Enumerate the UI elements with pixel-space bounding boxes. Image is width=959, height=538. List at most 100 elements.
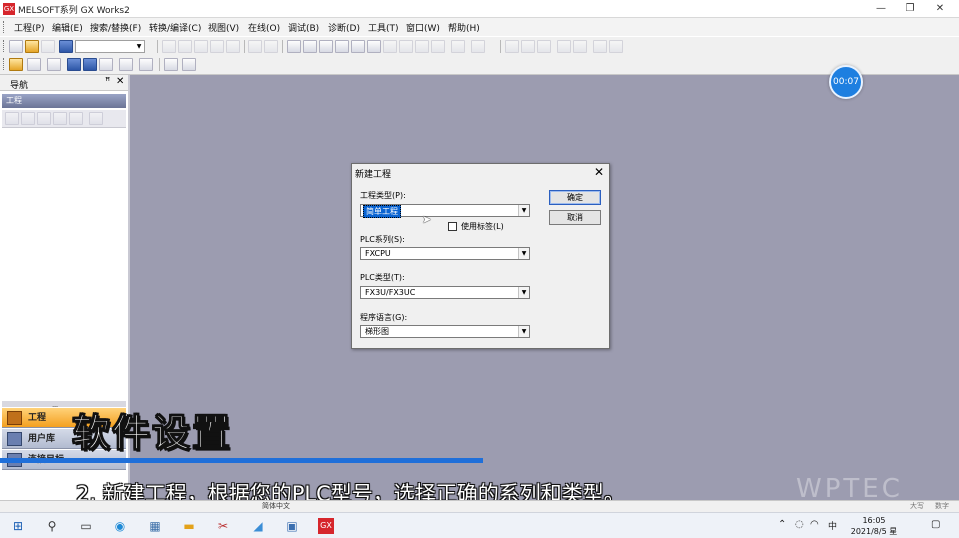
ok-button[interactable]: 确定	[549, 190, 601, 205]
convert-all-icon[interactable]	[264, 40, 278, 53]
network-icon[interactable]: ◌	[795, 519, 804, 530]
language-value: 梯形图	[365, 327, 389, 336]
menu-convert-compile[interactable]: 转换/编译(C)	[149, 21, 201, 34]
parts-selection-icon[interactable]	[27, 58, 41, 71]
pin-icon[interactable]: ꟸ	[105, 77, 110, 87]
plc-series-select[interactable]: FXCPU ▼	[360, 247, 530, 260]
sampling-stop-icon[interactable]	[609, 40, 623, 53]
tray-expand-icon[interactable]: ⌃	[778, 519, 786, 530]
language-select[interactable]: 梯形图 ▼	[360, 325, 530, 338]
taskbar-clock[interactable]: 16:05 2021/8/5 星期四	[848, 515, 900, 538]
toolbar-grip[interactable]	[3, 40, 6, 52]
output-window-icon[interactable]	[47, 58, 61, 71]
menu-help[interactable]: 帮助(H)	[448, 21, 480, 34]
use-label-checkbox[interactable]	[448, 222, 457, 231]
stop-monitor-icon[interactable]	[399, 40, 413, 53]
close-window-button[interactable]: ✕	[926, 2, 954, 16]
toolbar-divider	[159, 58, 160, 71]
cancel-button[interactable]: 取消	[549, 210, 601, 225]
refresh-icon[interactable]	[69, 112, 83, 125]
verify-plc-icon[interactable]	[351, 40, 365, 53]
gx-works-taskbar-icon[interactable]: GX	[318, 518, 334, 534]
copy-data-icon[interactable]	[53, 112, 67, 125]
close-icon[interactable]: ✕	[116, 76, 124, 87]
standard-toolbar: ▼	[0, 36, 959, 55]
watch-icon[interactable]	[415, 40, 429, 53]
watch-stop-icon[interactable]	[431, 40, 445, 53]
menu-debug[interactable]: 调试(B)	[288, 21, 319, 34]
caption-heading: 软件设置	[71, 411, 233, 456]
plc-type-select[interactable]: FX3U/FX3UC ▼	[360, 286, 530, 299]
notifications-icon[interactable]: ▢	[931, 519, 940, 530]
chevron-down-icon: ▼	[136, 43, 142, 50]
monitor-mode-icon[interactable]	[303, 40, 317, 53]
project-type-select[interactable]: 简单工程 ▼	[360, 204, 530, 218]
device-list-icon[interactable]	[83, 58, 97, 71]
ime-indicator[interactable]: 中	[828, 519, 837, 532]
delete-icon[interactable]	[37, 112, 51, 125]
minimize-button[interactable]: —	[867, 2, 895, 16]
watch-window-icon[interactable]	[99, 58, 113, 71]
network-app-icon[interactable]: ▣	[284, 518, 300, 534]
simulation-icon[interactable]	[451, 40, 465, 53]
wifi-icon[interactable]: ◠	[810, 519, 819, 530]
sort-icon[interactable]	[89, 112, 103, 125]
mouse-cursor-icon: ➤	[422, 213, 432, 226]
toolbar-combo[interactable]: ▼	[75, 40, 145, 53]
property-icon[interactable]	[21, 112, 35, 125]
convert-icon[interactable]	[248, 40, 262, 53]
new-file-icon[interactable]	[9, 40, 23, 53]
menu-project[interactable]: 工程(P)	[14, 21, 44, 34]
zoom-icon[interactable]	[139, 58, 153, 71]
sampling-icon[interactable]	[593, 40, 607, 53]
info-icon[interactable]	[164, 58, 178, 71]
start-monitor-icon[interactable]	[383, 40, 397, 53]
monitor-icon[interactable]	[287, 40, 301, 53]
help-icon[interactable]	[59, 40, 73, 53]
break-clear-icon[interactable]	[573, 40, 587, 53]
menu-search-replace[interactable]: 搜索/替换(F)	[90, 21, 141, 34]
undo-icon[interactable]	[210, 40, 224, 53]
break-icon[interactable]	[557, 40, 571, 53]
file-explorer-icon[interactable]: ▬	[181, 518, 197, 534]
find-icon[interactable]	[119, 58, 133, 71]
cut-icon[interactable]	[162, 40, 176, 53]
remote-operation-icon[interactable]	[367, 40, 381, 53]
copy-icon[interactable]	[178, 40, 192, 53]
recording-timer[interactable]: 00:07	[829, 65, 863, 99]
menu-view[interactable]: 视图(V)	[208, 21, 239, 34]
toolbar-divider	[157, 40, 158, 53]
open-folder-icon[interactable]	[25, 40, 39, 53]
new-data-icon[interactable]	[5, 112, 19, 125]
simulation-stop-icon[interactable]	[471, 40, 485, 53]
project-tree[interactable]	[2, 130, 126, 400]
toolbar-grip[interactable]	[3, 58, 6, 70]
step-run-icon[interactable]	[521, 40, 535, 53]
edge-browser-icon[interactable]: ◉	[112, 518, 128, 534]
snipping-tool-icon[interactable]: ✂	[215, 518, 231, 534]
write-plc-icon[interactable]	[319, 40, 333, 53]
menu-online[interactable]: 在线(O)	[248, 21, 280, 34]
menu-diagnostics[interactable]: 诊断(D)	[328, 21, 360, 34]
menu-edit[interactable]: 编辑(E)	[52, 21, 83, 34]
cross-reference-icon[interactable]	[67, 58, 81, 71]
paste-icon[interactable]	[194, 40, 208, 53]
step-icon[interactable]	[505, 40, 519, 53]
menu-tools[interactable]: 工具(T)	[368, 21, 399, 34]
binoculars-icon[interactable]	[182, 58, 196, 71]
read-plc-icon[interactable]	[335, 40, 349, 53]
task-view-icon[interactable]: ▭	[78, 518, 94, 534]
menu-grip[interactable]	[3, 21, 6, 33]
search-icon[interactable]: ⚲	[44, 518, 60, 534]
skip-icon[interactable]	[537, 40, 551, 53]
app-icon[interactable]: ◢	[250, 518, 266, 534]
redo-icon[interactable]	[226, 40, 240, 53]
taskbar: ⊞ ⚲ ▭ ◉ ▦ ▬ ✂ ◢ ▣ GX ⌃ ◌ ◠ 中 16:05 2021/…	[0, 512, 959, 538]
navigation-icon[interactable]	[9, 58, 23, 71]
save-icon[interactable]	[41, 40, 55, 53]
menu-window[interactable]: 窗口(W)	[406, 21, 440, 34]
maximize-button[interactable]: ❐	[896, 2, 924, 16]
windows-start-icon[interactable]: ⊞	[10, 518, 26, 534]
close-icon[interactable]: ✕	[594, 165, 604, 179]
calculator-icon[interactable]: ▦	[147, 518, 163, 534]
